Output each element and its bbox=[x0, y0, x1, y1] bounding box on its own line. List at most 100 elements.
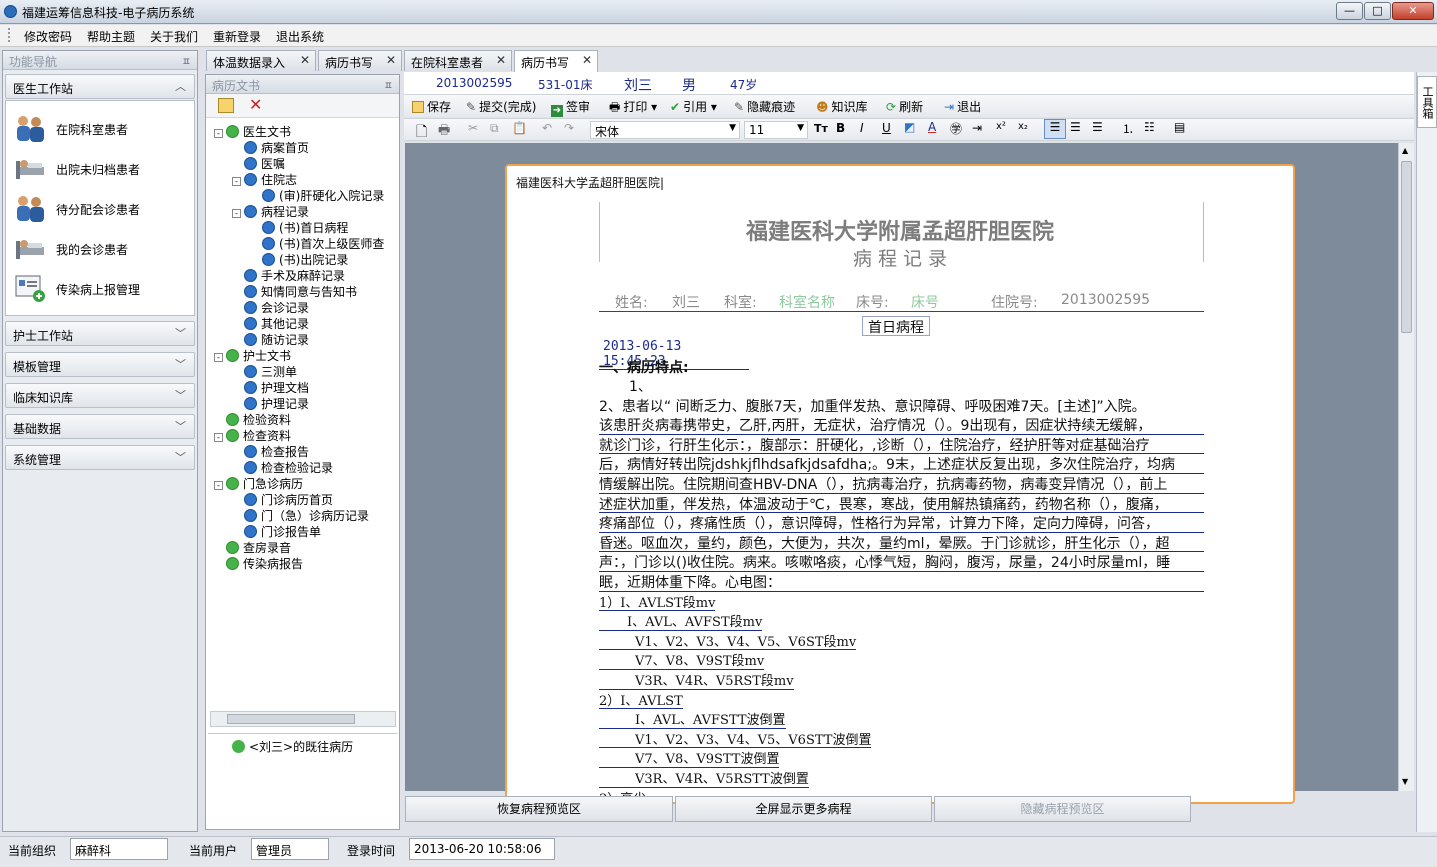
bold-icon[interactable]: B bbox=[836, 121, 845, 135]
record-line[interactable]: 疼痛部位（），疼痛性质（），意识障碍，性格行为异常，计算力下降，定向力障碍，问答… bbox=[599, 513, 1204, 533]
document-page[interactable]: 福建医科大学孟超肝胆医院| 福建医科大学附属孟超肝胆医院 病 程 记 录 姓名:… bbox=[505, 164, 1295, 804]
record-line[interactable]: 1、 bbox=[629, 376, 669, 396]
tree-node[interactable]: 检查检验记录 bbox=[232, 459, 333, 475]
underline-icon[interactable]: U bbox=[882, 121, 891, 135]
record-line[interactable]: 眠，近期体重下降。心电图： bbox=[599, 572, 1204, 592]
cut-icon[interactable]: ✂ bbox=[468, 121, 478, 135]
record-line[interactable]: 就诊门诊，行肝生化示：，腹部示：肝硬化，,诊断（），住院治疗，经护肝等对症基础治… bbox=[599, 435, 1204, 455]
section-title[interactable]: 首日病程 bbox=[862, 316, 930, 336]
ecg-line[interactable]: V3R、V4R、V5RST段mv bbox=[599, 670, 794, 690]
redo-icon[interactable]: ↷ bbox=[564, 121, 574, 135]
cite-button[interactable]: ✔ 引用 ▾ bbox=[670, 98, 717, 115]
menu-help[interactable]: 帮助主题 bbox=[87, 28, 135, 45]
tree-node[interactable]: - 病程记录 bbox=[232, 203, 309, 219]
chevron-down-icon[interactable]: ﹀ bbox=[175, 356, 186, 372]
collapse-icon[interactable]: - bbox=[232, 177, 241, 186]
chevron-down-icon[interactable]: ﹀ bbox=[175, 387, 186, 403]
font-size-select[interactable]: 11 ▼ bbox=[744, 121, 808, 139]
tree-node[interactable]: 查房录音 bbox=[214, 539, 291, 555]
tree-node[interactable]: 医嘱 bbox=[232, 155, 285, 171]
close-icon[interactable]: ✕ bbox=[300, 53, 310, 67]
fullscreen-records-button[interactable]: 全屏显示更多病程 bbox=[675, 796, 932, 822]
ecg-line[interactable]: V1、V2、V3、V4、V5、V6ST段mv bbox=[599, 631, 857, 651]
page-break-icon[interactable]: ▤ bbox=[1174, 120, 1185, 134]
record-line[interactable]: 2、患者以“ 间断乏力、腹胀7天，加重伴发热、意识障碍、呼吸困难7天。[主述]”… bbox=[599, 396, 1204, 416]
menu-about[interactable]: 关于我们 bbox=[150, 28, 198, 45]
chevron-down-icon[interactable]: ﹀ bbox=[175, 449, 186, 465]
tree-node[interactable]: 检查报告 bbox=[232, 443, 309, 459]
print-preview-icon[interactable]: 🖶 bbox=[438, 121, 450, 143]
record-line[interactable]: 述症状加重，伴发热，体温波动于℃，畏寒，寒战，使用解热镇痛药，药物名称（），腹痛… bbox=[599, 494, 1204, 514]
nav-item-my-consults[interactable]: 我的会诊患者 bbox=[14, 233, 190, 263]
undo-icon[interactable]: ↶ bbox=[542, 121, 552, 135]
nav-group-basic-data[interactable]: 基础数据 ﹀ bbox=[5, 414, 195, 439]
tree-node[interactable]: 其他记录 bbox=[232, 315, 309, 331]
font-style-icon[interactable]: Tт bbox=[814, 122, 828, 135]
sign-button[interactable]: ➜ 签审 bbox=[551, 98, 590, 117]
maximize-button[interactable]: □ bbox=[1364, 2, 1391, 20]
subscript-icon[interactable]: x₂ bbox=[1018, 121, 1028, 132]
knowledge-button[interactable]: ☻ 知识库 bbox=[816, 98, 868, 115]
close-button[interactable]: ✕ bbox=[1392, 2, 1434, 20]
hide-preview-button[interactable]: 隐藏病程预览区 bbox=[934, 796, 1191, 822]
tree-node[interactable]: 检验资料 bbox=[214, 411, 291, 427]
tree-node[interactable]: - 护士文书 bbox=[214, 347, 291, 363]
chevron-up-icon[interactable]: ︿ bbox=[175, 78, 186, 94]
bed-value[interactable]: 床号 bbox=[911, 292, 939, 312]
record-line[interactable]: 声：，门诊以()收住院。病来。咳嗽咯痰，心悸气短，胸闷，腹泻，尿量，24小时尿量… bbox=[599, 552, 1204, 572]
restore-preview-button[interactable]: 恢复病程预览区 bbox=[405, 796, 673, 822]
numbered-list-icon[interactable]: ⒈ bbox=[1122, 120, 1134, 137]
hide-trace-button[interactable]: ✎ 隐藏痕迹 bbox=[734, 98, 795, 115]
align-right-icon[interactable]: ☰ bbox=[1092, 120, 1103, 134]
tree-node[interactable]: (审)肝硬化入院记录 bbox=[250, 187, 384, 203]
nav-item-inpatients[interactable]: 在院科室患者 bbox=[14, 113, 190, 143]
font-family-select[interactable]: 宋体 ▼ bbox=[590, 121, 740, 139]
chevron-down-icon[interactable]: ▼ bbox=[797, 123, 804, 133]
nav-group-nurse[interactable]: 护士工作站 ﹀ bbox=[5, 321, 195, 346]
page-header-text[interactable]: 福建医科大学孟超肝胆医院| bbox=[516, 174, 664, 191]
submit-button[interactable]: ✎ 提交(完成) bbox=[466, 98, 536, 115]
nav-item-infectious-report[interactable]: 传染病上报管理 bbox=[14, 273, 190, 303]
tree-node[interactable]: (书)首日病程 bbox=[250, 219, 348, 235]
collapse-icon[interactable]: - bbox=[214, 129, 223, 138]
chevron-down-icon[interactable]: ▼ bbox=[729, 123, 736, 133]
tree-node[interactable]: 三测单 bbox=[232, 363, 297, 379]
minimize-button[interactable]: — bbox=[1336, 2, 1363, 20]
save-button[interactable]: 保存 bbox=[412, 98, 451, 115]
scroll-up-icon[interactable]: ▲ bbox=[1402, 146, 1408, 155]
nav-group-knowledge[interactable]: 临床知识库 ﹀ bbox=[5, 383, 195, 408]
tree-node[interactable]: 护理记录 bbox=[232, 395, 309, 411]
nav-item-consult-pending[interactable]: 待分配会诊患者 bbox=[14, 193, 190, 223]
tree-node[interactable]: 手术及麻醉记录 bbox=[232, 267, 345, 283]
delete-icon[interactable]: ✕ bbox=[249, 95, 262, 114]
italic-icon[interactable]: I bbox=[860, 121, 864, 135]
align-left-icon[interactable]: ☰ bbox=[1044, 119, 1066, 139]
new-page-icon[interactable]: 🗋 bbox=[416, 121, 427, 145]
scroll-thumb[interactable] bbox=[1401, 161, 1412, 333]
tree-node[interactable]: - 检查资料 bbox=[214, 427, 291, 443]
exit-button[interactable]: ⇥ 退出 bbox=[944, 98, 981, 115]
nav-item-discharged[interactable]: 出院未归档患者 bbox=[14, 153, 190, 183]
close-icon[interactable]: ✕ bbox=[582, 53, 592, 67]
align-center-icon[interactable]: ☰ bbox=[1070, 120, 1081, 134]
tree-node[interactable]: 知情同意与告知书 bbox=[232, 283, 357, 299]
chevron-down-icon[interactable]: ﹀ bbox=[175, 418, 186, 434]
tree-node[interactable]: 随访记录 bbox=[232, 331, 309, 347]
tree-node[interactable]: (书)首次上级医师查 bbox=[250, 235, 384, 251]
ecg-line[interactable]: V7、V8、V9STT波倒置 bbox=[599, 748, 780, 768]
tree-node[interactable]: 门（急）诊病历记录 bbox=[232, 507, 369, 523]
tab-record-writing-active[interactable]: 病历书写 ✕ bbox=[514, 50, 598, 72]
ecg-line[interactable]: V1、V2、V3、V4、V5、V6STT波倒置 bbox=[599, 729, 872, 749]
fill-color-icon[interactable]: ◩ bbox=[904, 120, 915, 134]
tree-node[interactable]: 护理文档 bbox=[232, 379, 309, 395]
menu-exit[interactable]: 退出系统 bbox=[276, 28, 324, 45]
record-line[interactable]: 该患肝炎病毒携带史，乙肝,丙肝，无症状，治疗情况（）。9出现有，因症状持续无缓解… bbox=[599, 415, 1204, 435]
collapse-icon[interactable]: - bbox=[214, 481, 223, 490]
ecg-line[interactable]: I、AVL、AVFSTT波倒置 bbox=[599, 709, 786, 729]
font-color-icon[interactable]: A bbox=[928, 120, 936, 134]
tree-node[interactable]: 传染病报告 bbox=[214, 555, 303, 571]
tab-inpatients[interactable]: 在院科室患者 ✕ bbox=[404, 50, 512, 71]
tree-node[interactable]: (书)出院记录 bbox=[250, 251, 348, 267]
close-icon[interactable]: ✕ bbox=[496, 53, 506, 67]
menu-change-password[interactable]: 修改密码 bbox=[24, 28, 72, 45]
